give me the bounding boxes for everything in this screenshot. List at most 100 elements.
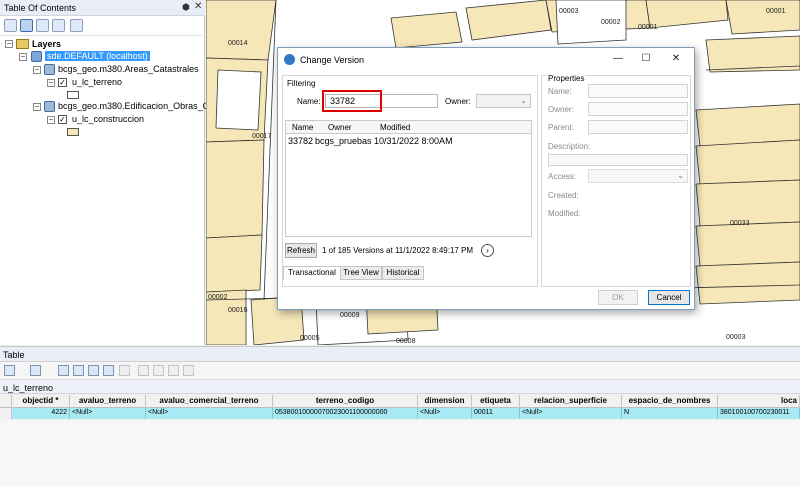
layer-terreno-checkbox[interactable]: ✓ [58, 78, 67, 87]
expander-layer-terreno[interactable]: − [47, 79, 55, 87]
pin-icon[interactable]: ⬢ [182, 2, 190, 13]
column-header[interactable]: loca [718, 395, 800, 408]
expander-layer-construccion[interactable]: − [47, 116, 55, 124]
delete-selected-icon[interactable] [119, 365, 130, 376]
prop-owner-label: Owner: [548, 105, 574, 114]
table-row[interactable]: 4222 <Null> <Null> 053800100000700230011… [0, 408, 800, 419]
list-by-source-icon[interactable] [20, 19, 33, 32]
versions-grid: 33782 bcgs_pruebas 10/31/2022 8:00AM [285, 134, 532, 237]
layer-terreno-swatch [67, 91, 79, 99]
cell-loca: 380100100700230011 [718, 408, 800, 419]
clear-selection-icon[interactable] [88, 365, 99, 376]
layer-construccion-checkbox[interactable]: ✓ [58, 115, 67, 124]
column-modified[interactable]: Modified [380, 123, 410, 132]
prop-parent-field [588, 120, 688, 134]
layer-construccion-label[interactable]: u_lc_construccion [72, 114, 144, 124]
expander-group-areas[interactable]: − [33, 66, 41, 74]
parcel [390, 11, 463, 49]
parcel-label: 00005 [300, 335, 320, 342]
table-layer-tab[interactable]: u_lc_terreno [0, 381, 800, 394]
version-row[interactable]: 33782 bcgs_pruebas 10/31/2022 8:00AM [286, 136, 531, 148]
column-owner[interactable]: Owner [328, 123, 352, 132]
parcel-label: 00002 [601, 19, 621, 26]
column-header[interactable]: dimension [418, 395, 472, 408]
database-icon [31, 51, 42, 62]
options-icon[interactable] [70, 19, 83, 32]
parcel-label: 00002 [208, 294, 228, 301]
maximize-button[interactable]: ☐ [638, 52, 654, 66]
related-tables-icon[interactable] [30, 365, 41, 376]
parcel [206, 234, 263, 293]
column-header[interactable]: avaluo_comercial_terreno [146, 395, 273, 408]
prop-name-field [588, 84, 688, 98]
layer-construccion-swatch [67, 128, 79, 136]
cell-dimension: <Null> [418, 408, 472, 419]
switch-selection-icon[interactable] [73, 365, 84, 376]
column-header[interactable]: etiqueta [472, 395, 520, 408]
prop-description-label: Description: [548, 142, 591, 151]
prop-access-label: Access: [548, 172, 577, 181]
zoom-to-selected-icon[interactable] [103, 365, 114, 376]
cell-etiqueta: 00011 [472, 408, 520, 419]
next-arrow-icon[interactable]: › [481, 244, 494, 257]
table-options-icon[interactable] [4, 365, 15, 376]
versions-status: 1 of 185 Versions at 11/1/2022 8:49:17 P… [322, 246, 474, 255]
column-header[interactable]: avaluo_terreno [70, 395, 146, 408]
list-by-selection-icon[interactable] [52, 19, 65, 32]
refresh-button[interactable]: Refresh [285, 243, 317, 258]
versions-grid-header: Name Owner Modified [285, 120, 532, 134]
connection-label[interactable]: sde.DEFAULT (localhost) [45, 51, 150, 61]
list-by-drawing-order-icon[interactable] [4, 19, 17, 32]
layers-root-label[interactable]: Layers [32, 39, 61, 49]
parcel [465, 0, 552, 41]
list-by-visibility-icon[interactable] [36, 19, 49, 32]
close-table-icon[interactable] [183, 365, 194, 376]
expander-connection[interactable]: − [19, 53, 27, 61]
row-selector-header [0, 395, 12, 408]
column-header[interactable]: relacion_superficie [520, 395, 622, 408]
dialog-title-bar[interactable]: Change Version — ☐ ✕ [278, 48, 694, 72]
column-header[interactable]: terreno_codigo [273, 395, 418, 408]
prop-parent-label: Parent: [548, 123, 574, 132]
parcel [695, 103, 800, 147]
parcel-label: 00008 [396, 338, 416, 345]
tab-historical[interactable]: Historical [382, 266, 424, 280]
prop-owner-field [588, 102, 688, 116]
parcel-label: 00003 [726, 334, 746, 341]
version-modified-cell: 10/31/2022 8:00AM [374, 136, 453, 146]
cancel-button[interactable]: Cancel [648, 290, 690, 305]
column-name[interactable]: Name [292, 123, 313, 132]
minimize-button[interactable]: — [610, 52, 626, 66]
table-layer-name: u_lc_terreno [3, 383, 54, 393]
undo-icon[interactable] [168, 365, 179, 376]
cell-avaluo-terreno: <Null> [70, 408, 146, 419]
toc-title: Table Of Contents [4, 3, 77, 13]
name-label: Name: [297, 97, 321, 106]
cell-espacio-nombres: N [622, 408, 718, 419]
parcel-label: 00009 [340, 312, 360, 319]
table-title-bar: Table [0, 346, 800, 362]
tab-transactional[interactable]: Transactional [283, 266, 341, 280]
version-owner-cell: bcgs_pruebas [315, 136, 372, 146]
parcel [645, 0, 729, 29]
expander-group-edificacion[interactable]: − [33, 103, 41, 111]
tab-tree-view[interactable]: Tree View [340, 266, 382, 280]
close-button[interactable]: ✕ [668, 52, 684, 66]
group-areas-catastrales[interactable]: bcgs_geo.m380.Areas_Catastrales [58, 64, 199, 74]
prop-name-label: Name: [548, 87, 572, 96]
paste-icon[interactable] [153, 365, 164, 376]
copy-icon[interactable] [138, 365, 149, 376]
group-edificacion-obras[interactable]: bcgs_geo.m380.Edificacion_Obras_Civil [58, 101, 220, 111]
table-empty-area [0, 420, 800, 486]
owner-dropdown[interactable]: ⌄ [476, 94, 531, 108]
parcel-label: 00001 [638, 24, 658, 31]
toc-title-bar: Table Of Contents ⬢ ✕ [0, 0, 205, 16]
expander-layers[interactable]: − [5, 40, 13, 48]
ok-button[interactable]: OK [598, 290, 638, 305]
row-selector[interactable] [0, 408, 12, 419]
select-by-attributes-icon[interactable] [58, 365, 69, 376]
column-header[interactable]: espacio_de_nombres [622, 395, 718, 408]
close-icon[interactable]: ✕ [194, 1, 202, 12]
layer-terreno-label[interactable]: u_lc_terreno [72, 77, 122, 87]
column-header[interactable]: objectid * [12, 395, 70, 408]
